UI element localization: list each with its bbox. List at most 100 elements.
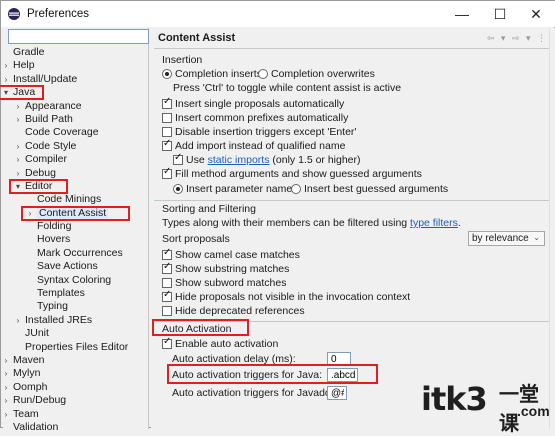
checkbox-indicator[interactable]	[162, 336, 172, 349]
period-text: .	[457, 217, 461, 229]
tree-item-content-assist[interactable]: › Content Assist	[3, 205, 149, 221]
vertical-scrollbar[interactable]	[549, 28, 555, 429]
checkbox-indicator[interactable]	[162, 289, 172, 302]
tree-item-folding[interactable]: Folding	[3, 220, 149, 233]
collapse-arrow-icon[interactable]: ›	[13, 113, 23, 126]
checkbox-indicator[interactable]	[173, 152, 183, 165]
checkbox-indicator[interactable]	[162, 138, 172, 151]
show-substring-checkbox[interactable]: Show substring matches	[162, 261, 289, 275]
tree-item-installed-jres[interactable]: › Installed JREs	[3, 314, 149, 327]
completion-overwrites-radio[interactable]: Completion overwrites	[258, 68, 375, 80]
navigation-arrows[interactable]: ⇦ ▾ ⇨ ▾ ⋮	[487, 33, 548, 44]
completion-inserts-radio[interactable]: Completion inserts	[162, 68, 262, 80]
sort-proposals-select[interactable]: by relevance ⌄	[468, 231, 545, 246]
tree-item-junit[interactable]: JUnit	[3, 327, 149, 340]
hide-deprecated-checkbox[interactable]: Hide deprecated references	[162, 305, 305, 317]
collapse-arrow-icon[interactable]: ›	[1, 381, 11, 394]
tree-item-maven[interactable]: › Maven	[3, 354, 149, 367]
checkbox-indicator[interactable]	[162, 113, 172, 123]
tree-item-code-style[interactable]: › Code Style	[3, 140, 149, 153]
hide-invocation-checkbox[interactable]: Hide proposals not visible in the invoca…	[162, 289, 410, 303]
type-filters-link[interactable]: type filters	[410, 217, 458, 229]
tree-item-mark-occurrences[interactable]: Mark Occurrences	[3, 247, 149, 260]
filter-input[interactable]	[8, 29, 149, 44]
insert-common-checkbox[interactable]: Insert common prefixes automatically	[162, 112, 348, 124]
collapse-arrow-icon[interactable]: ›	[1, 354, 11, 367]
tree-item-label: Build Path	[25, 112, 73, 125]
tree-item-mylyn[interactable]: › Mylyn	[3, 367, 149, 380]
tree-item-install-update[interactable]: › Install/Update	[3, 73, 149, 86]
tree-item-java[interactable]: ▾ Java	[0, 85, 149, 101]
tree-item-typing[interactable]: Typing	[3, 300, 149, 313]
disable-triggers-checkbox[interactable]: Disable insertion triggers except 'Enter…	[162, 126, 356, 138]
collapse-arrow-icon[interactable]: ›	[13, 140, 23, 153]
minimize-button[interactable]: —	[445, 1, 479, 27]
red-highlight-box	[0, 85, 44, 101]
static-imports-link[interactable]: static imports	[208, 154, 270, 166]
collapse-arrow-icon[interactable]: ›	[1, 394, 11, 407]
auto-activation-group-title: Auto Activation	[162, 323, 232, 335]
tree-item-syntax-coloring[interactable]: Syntax Coloring	[3, 274, 149, 287]
checkbox-indicator[interactable]	[162, 261, 172, 274]
collapse-arrow-icon[interactable]: ›	[1, 367, 11, 380]
tree-item-save-actions[interactable]: Save Actions	[3, 260, 149, 273]
tree-item-hovers[interactable]: Hovers	[3, 233, 149, 246]
tree-item-run-debug[interactable]: › Run/Debug	[3, 394, 149, 407]
insert-best-guessed-radio[interactable]: Insert best guessed arguments	[291, 183, 448, 195]
radio-indicator[interactable]	[291, 184, 301, 194]
radio-indicator[interactable]	[258, 69, 268, 79]
itk3-watermark: itk3 一堂课 .com	[421, 378, 555, 435]
checkbox-indicator[interactable]	[162, 247, 172, 260]
javadoc-triggers-input[interactable]	[327, 386, 347, 400]
collapse-arrow-icon[interactable]: ›	[1, 408, 11, 421]
collapse-arrow-icon[interactable]: ›	[13, 153, 23, 166]
checkbox-indicator[interactable]	[162, 127, 172, 137]
use-static-imports-checkbox[interactable]: Use static imports (only 1.5 or higher)	[173, 152, 361, 166]
fill-method-args-checkbox[interactable]: Fill method arguments and show guessed a…	[162, 166, 422, 180]
show-subword-checkbox[interactable]: Show subword matches	[162, 277, 286, 289]
collapse-arrow-icon[interactable]: ›	[1, 73, 11, 86]
collapse-arrow-icon[interactable]: ›	[1, 59, 11, 72]
tree-item-templates[interactable]: Templates	[3, 287, 149, 300]
tree-item-label: Install/Update	[13, 72, 78, 85]
tree-item-editor[interactable]: ▾ Editor	[3, 178, 149, 194]
maximize-button[interactable]: ☐	[483, 1, 517, 27]
tree-item-appearance[interactable]: › Appearance	[3, 100, 149, 113]
collapse-arrow-icon[interactable]: ›	[13, 167, 23, 180]
tree-item-label: Gradle	[13, 46, 45, 58]
enable-auto-activation-checkbox[interactable]: Enable auto activation	[162, 336, 279, 350]
tree-item-label: Hovers	[37, 233, 71, 246]
insert-param-names-radio[interactable]: Insert parameter names	[173, 183, 297, 195]
insertion-group-title: Insertion	[162, 54, 203, 66]
preferences-tree-panel: Gradle › Help › Install/Update ▾ Java › Appearan…	[0, 28, 149, 433]
javadoc-triggers-label: Auto activation triggers for Javadoc:	[172, 387, 339, 399]
tree-item-gradle[interactable]: Gradle	[3, 46, 149, 59]
tree-item-properties-files-editor[interactable]: Properties Files Editor	[3, 341, 149, 354]
checkbox-label: Enable auto activation	[175, 338, 279, 350]
content-assist-page: Content Assist ⇦ ▾ ⇨ ▾ ⋮ Insertion Compl…	[151, 28, 555, 429]
radio-indicator[interactable]	[162, 69, 172, 79]
add-import-checkbox[interactable]: Add import instead of qualified name	[162, 138, 345, 152]
tree-item-oomph[interactable]: › Oomph	[3, 381, 149, 394]
tree-item-help[interactable]: › Help	[3, 59, 149, 72]
tree-item-build-path[interactable]: › Build Path	[3, 113, 149, 126]
checkbox-indicator[interactable]	[162, 96, 172, 109]
java-triggers-input[interactable]	[327, 368, 358, 382]
checkbox-indicator[interactable]	[162, 278, 172, 288]
tree-item-compiler[interactable]: › Compiler	[3, 153, 149, 166]
show-camel-checkbox[interactable]: Show camel case matches	[162, 247, 300, 261]
tree-item-code-minings[interactable]: Code Minings	[3, 193, 149, 206]
insert-single-checkbox[interactable]: Insert single proposals automatically	[162, 96, 344, 110]
tree-item-team[interactable]: › Team	[3, 408, 149, 421]
tree-item-debug[interactable]: › Debug	[3, 167, 149, 180]
tree-item-label: Folding	[37, 220, 72, 233]
close-button[interactable]: ✕	[519, 1, 553, 27]
tree-item-label: Code Coverage	[25, 126, 99, 139]
collapse-arrow-icon[interactable]: ›	[13, 100, 23, 113]
collapse-arrow-icon[interactable]: ›	[13, 314, 23, 327]
checkbox-indicator[interactable]	[162, 306, 172, 316]
radio-indicator[interactable]	[173, 184, 183, 194]
checkbox-indicator[interactable]	[162, 166, 172, 179]
tree-item-code-coverage[interactable]: Code Coverage	[3, 126, 149, 139]
tree-item-label: Properties Files Editor	[25, 340, 129, 353]
